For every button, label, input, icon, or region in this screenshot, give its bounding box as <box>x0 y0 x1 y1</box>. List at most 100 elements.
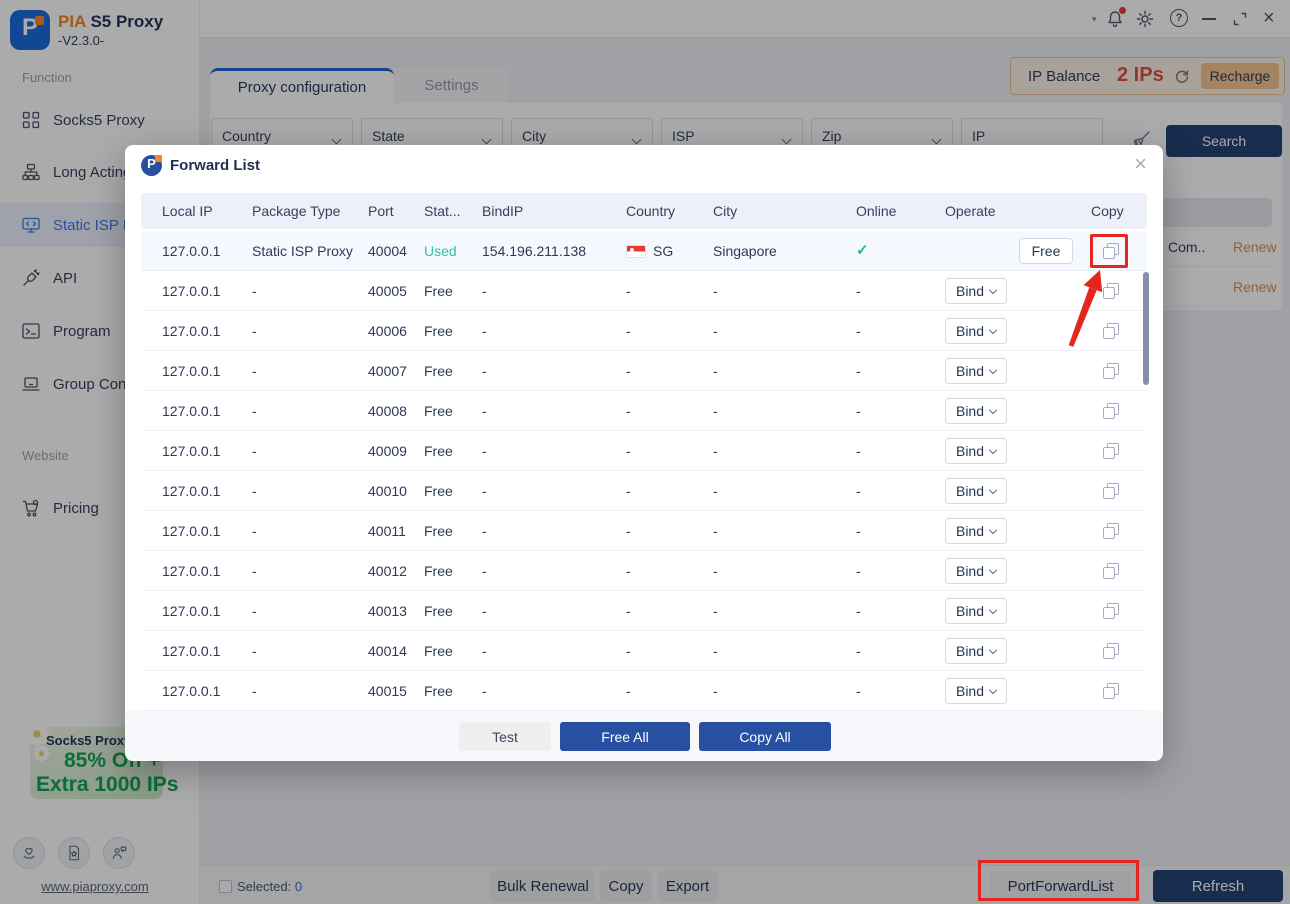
table-row: 127.0.0.1-40010Free----Bind <box>141 471 1147 511</box>
table-row: 127.0.0.1-40006Free----Bind <box>141 311 1147 351</box>
cell-city: - <box>713 511 718 551</box>
bind-dropdown[interactable]: Bind <box>945 278 1007 304</box>
bind-dropdown[interactable]: Bind <box>945 358 1007 384</box>
cell-package-type: - <box>252 431 257 471</box>
copy-button[interactable] <box>1091 511 1131 551</box>
chevron-down-icon <box>989 685 997 693</box>
copy-all-button[interactable]: Copy All <box>699 722 831 751</box>
cell-bind-ip: - <box>482 591 487 631</box>
copy-icon <box>1103 403 1119 419</box>
copy-button[interactable] <box>1091 471 1131 511</box>
cell-package-type: - <box>252 271 257 311</box>
cell-status: Free <box>424 471 453 511</box>
bind-label: Bind <box>956 683 984 699</box>
chevron-down-icon <box>989 525 997 533</box>
copy-icon <box>1103 683 1119 699</box>
copy-icon <box>1103 323 1119 339</box>
cell-package-type: - <box>252 551 257 591</box>
copy-button[interactable] <box>1091 391 1131 431</box>
cell-bind-ip: - <box>482 391 487 431</box>
chevron-down-icon <box>989 365 997 373</box>
cell-status: Free <box>424 551 453 591</box>
cell-city: - <box>713 631 718 671</box>
table-row: 127.0.0.1-40012Free----Bind <box>141 551 1147 591</box>
bind-dropdown[interactable]: Bind <box>945 478 1007 504</box>
copy-button[interactable] <box>1091 631 1131 671</box>
chevron-down-icon <box>989 285 997 293</box>
copy-icon <box>1103 523 1119 539</box>
bind-dropdown[interactable]: Bind <box>945 518 1007 544</box>
table-row: 127.0.0.1Static ISP Proxy40004Used154.19… <box>141 231 1147 271</box>
cell-package-type: Static ISP Proxy <box>252 231 353 271</box>
forward-table: 127.0.0.1Static ISP Proxy40004Used154.19… <box>141 231 1147 711</box>
cell-bind-ip: - <box>482 671 487 711</box>
copy-icon <box>1103 563 1119 579</box>
cell-port: 40006 <box>368 311 407 351</box>
copy-button[interactable] <box>1091 551 1131 591</box>
bind-dropdown[interactable]: Bind <box>945 318 1007 344</box>
cell-country: - <box>626 351 631 391</box>
cell-city: - <box>713 271 718 311</box>
cell-bind-ip: - <box>482 631 487 671</box>
cell-country: - <box>626 431 631 471</box>
cell-port: 40009 <box>368 431 407 471</box>
cell-local-ip: 127.0.0.1 <box>162 471 220 511</box>
copy-icon <box>1103 443 1119 459</box>
cell-status: Free <box>424 431 453 471</box>
cell-online: ✓ <box>856 231 869 271</box>
free-button[interactable]: Free <box>1019 238 1073 264</box>
copy-button[interactable] <box>1091 591 1131 631</box>
chevron-down-icon <box>989 605 997 613</box>
cell-country: - <box>626 271 631 311</box>
chevron-down-icon <box>989 645 997 653</box>
modal-close-icon[interactable]: × <box>1134 151 1147 177</box>
bind-dropdown[interactable]: Bind <box>945 598 1007 624</box>
cell-status: Free <box>424 311 453 351</box>
cell-city: - <box>713 591 718 631</box>
bind-dropdown[interactable]: Bind <box>945 678 1007 704</box>
cell-online: - <box>856 591 861 631</box>
forward-list-modal: P Forward List × Local IPPackage TypePor… <box>125 145 1163 761</box>
copy-button[interactable] <box>1091 671 1131 711</box>
free-all-button[interactable]: Free All <box>560 722 690 751</box>
bind-dropdown[interactable]: Bind <box>945 638 1007 664</box>
modal-scrollbar-thumb[interactable] <box>1143 272 1149 385</box>
cell-package-type: - <box>252 311 257 351</box>
cell-port: 40015 <box>368 671 407 711</box>
cell-bind-ip: 154.196.211.138 <box>482 231 586 271</box>
copy-button[interactable] <box>1091 231 1131 271</box>
column-header-operate: Operate <box>945 193 996 229</box>
copy-button[interactable] <box>1091 351 1131 391</box>
chevron-down-icon <box>989 445 997 453</box>
cell-bind-ip: - <box>482 311 487 351</box>
app-window: Com.. Renew Renew Proxy configuration Se… <box>0 0 1290 904</box>
test-button[interactable]: Test <box>459 722 551 751</box>
cell-local-ip: 127.0.0.1 <box>162 631 220 671</box>
table-row: 127.0.0.1-40009Free----Bind <box>141 431 1147 471</box>
cell-local-ip: 127.0.0.1 <box>162 271 220 311</box>
bind-label: Bind <box>956 603 984 619</box>
bind-label: Bind <box>956 643 984 659</box>
chevron-down-icon <box>989 565 997 573</box>
bind-label: Bind <box>956 483 984 499</box>
cell-package-type: - <box>252 471 257 511</box>
bind-label: Bind <box>956 323 984 339</box>
cell-online: - <box>856 311 861 351</box>
cell-status: Free <box>424 271 453 311</box>
copy-button[interactable] <box>1091 271 1131 311</box>
copy-button[interactable] <box>1091 311 1131 351</box>
bind-dropdown[interactable]: Bind <box>945 438 1007 464</box>
bind-label: Bind <box>956 563 984 579</box>
cell-bind-ip: - <box>482 511 487 551</box>
bind-dropdown[interactable]: Bind <box>945 398 1007 424</box>
copy-button[interactable] <box>1091 431 1131 471</box>
cell-bind-ip: - <box>482 471 487 511</box>
cell-city: - <box>713 311 718 351</box>
cell-country: - <box>626 671 631 711</box>
cell-package-type: - <box>252 391 257 431</box>
cell-bind-ip: - <box>482 551 487 591</box>
cell-country: - <box>626 511 631 551</box>
cell-country: - <box>626 311 631 351</box>
bind-dropdown[interactable]: Bind <box>945 558 1007 584</box>
cell-bind-ip: - <box>482 431 487 471</box>
